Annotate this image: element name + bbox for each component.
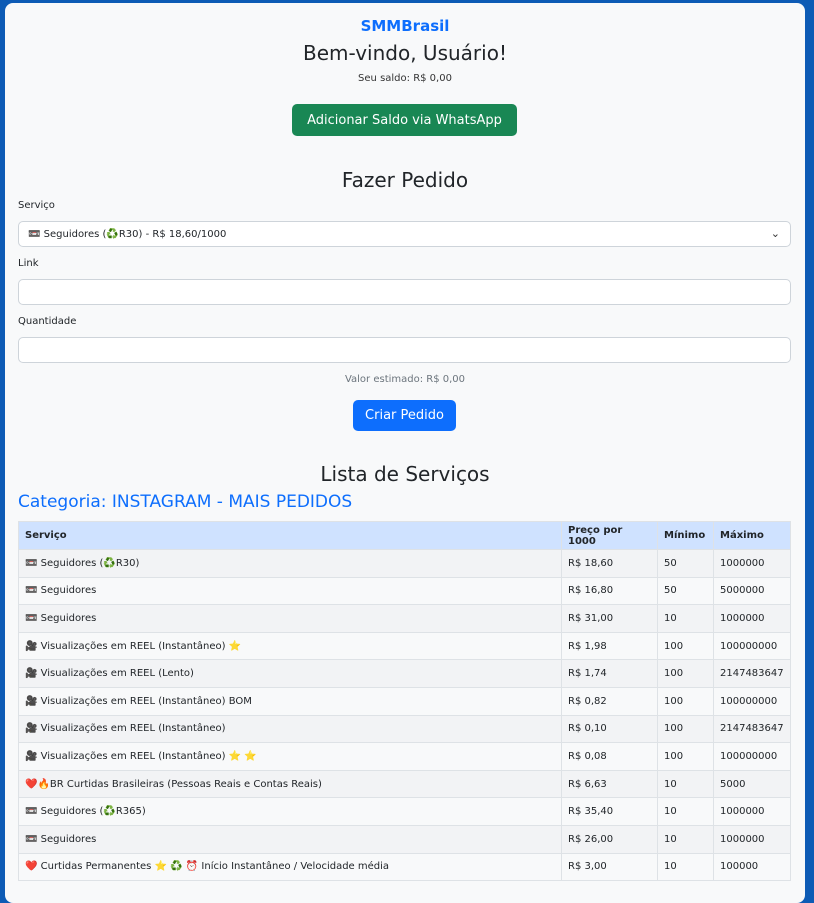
price-cell: R$ 35,40 <box>561 797 658 826</box>
price-cell: R$ 3,00 <box>561 852 658 882</box>
table-row: 🎥 Visualizações em REEL (Instantâneo) ⭐ … <box>18 631 791 661</box>
brand-title: SMMBrasil <box>360 17 450 35</box>
estimated-value: Valor estimado: R$ 0,00 <box>344 374 466 385</box>
add-balance-whatsapp-button[interactable]: Adicionar Saldo via WhatsApp <box>292 104 517 136</box>
minimum-cell: 100 <box>657 714 714 744</box>
price-cell: R$ 0,82 <box>561 686 658 716</box>
services-table: Serviço Preço por 1000 Mínimo Máximo 📼 S… <box>18 521 791 882</box>
service-cell: ❤️ Curtidas Permanentes ⭐ ♻️ ⏰ Início In… <box>18 852 562 882</box>
maximum-cell: 1000000 <box>713 797 791 826</box>
order-title: Fazer Pedido <box>341 168 469 192</box>
service-cell: 🎥 Visualizações em REEL (Instantâneo) BO… <box>18 686 562 716</box>
minimum-cell: 100 <box>657 686 714 716</box>
maximum-cell: 100000 <box>713 852 791 882</box>
table-row: 📼 Seguidores R$ 26,00 10 1000000 <box>18 824 791 854</box>
price-cell: R$ 18,60 <box>561 549 658 578</box>
price-cell: R$ 1,98 <box>561 631 658 661</box>
table-row: ❤️🔥BR Curtidas Brasileiras (Pessoas Reai… <box>18 769 791 799</box>
price-cell: R$ 0,08 <box>561 742 658 771</box>
service-cell: 🎥 Visualizações em REEL (Instantâneo) <box>18 714 562 744</box>
service-selected-value: 📼 Seguidores (♻️R30) - R$ 18,60/1000 <box>28 228 227 240</box>
minimum-cell: 10 <box>657 824 714 854</box>
maximum-cell: 2147483647 <box>713 659 791 688</box>
minimum-cell: 10 <box>657 769 714 799</box>
link-label: Link <box>18 258 39 269</box>
maximum-cell: 1000000 <box>713 604 791 633</box>
maximum-cell: 100000000 <box>713 631 791 661</box>
category-heading: Categoria: INSTAGRAM - MAIS PEDIDOS <box>18 492 353 512</box>
create-order-button[interactable]: Criar Pedido <box>353 400 456 431</box>
maximum-cell: 100000000 <box>713 686 791 716</box>
table-header-row: Serviço Preço por 1000 Mínimo Máximo <box>18 521 791 550</box>
column-header-minimum: Mínimo <box>657 521 714 550</box>
welcome-heading: Bem-vindo, Usuário! <box>303 41 507 65</box>
chevron-down-icon: ⌄ <box>770 227 780 240</box>
service-cell: 📼 Seguidores <box>18 824 562 854</box>
service-select[interactable]: 📼 Seguidores (♻️R30) - R$ 18,60/1000 ⌄ <box>18 221 791 247</box>
service-cell: 🎥 Visualizações em REEL (Instantâneo) ⭐ <box>18 631 562 661</box>
service-cell: 📼 Seguidores (♻️R30) <box>18 549 562 578</box>
link-input[interactable] <box>18 279 791 305</box>
maximum-cell: 5000 <box>713 769 791 799</box>
table-row: 📼 Seguidores (♻️R30) R$ 18,60 50 1000000 <box>18 549 791 578</box>
table-row: 📼 Seguidores R$ 16,80 50 5000000 <box>18 576 791 606</box>
table-row: 🎥 Visualizações em REEL (Instantâneo) ⭐ … <box>18 742 791 771</box>
minimum-cell: 50 <box>657 576 714 606</box>
balance-text: Seu saldo: R$ 0,00 <box>358 73 452 84</box>
price-cell: R$ 0,10 <box>561 714 658 744</box>
service-cell: 📼 Seguidores (♻️R365) <box>18 797 562 826</box>
table-row: 🎥 Visualizações em REEL (Lento) R$ 1,74 … <box>18 659 791 688</box>
service-cell: 🎥 Visualizações em REEL (Lento) <box>18 659 562 688</box>
services-list-title: Lista de Serviços <box>320 462 490 486</box>
minimum-cell: 10 <box>657 852 714 882</box>
minimum-cell: 50 <box>657 549 714 578</box>
service-cell: 📼 Seguidores <box>18 604 562 633</box>
minimum-cell: 10 <box>657 604 714 633</box>
maximum-cell: 1000000 <box>713 824 791 854</box>
table-row: 🎥 Visualizações em REEL (Instantâneo) R$… <box>18 714 791 744</box>
minimum-cell: 10 <box>657 797 714 826</box>
main-card: SMMBrasil Bem-vindo, Usuário! Seu saldo:… <box>5 3 805 903</box>
maximum-cell: 1000000 <box>713 549 791 578</box>
minimum-cell: 100 <box>657 631 714 661</box>
table-row: 🎥 Visualizações em REEL (Instantâneo) BO… <box>18 686 791 716</box>
price-cell: R$ 1,74 <box>561 659 658 688</box>
quantity-input[interactable] <box>18 337 791 363</box>
quantity-label: Quantidade <box>18 316 77 327</box>
maximum-cell: 5000000 <box>713 576 791 606</box>
service-cell: ❤️🔥BR Curtidas Brasileiras (Pessoas Reai… <box>18 769 562 799</box>
price-cell: R$ 31,00 <box>561 604 658 633</box>
maximum-cell: 100000000 <box>713 742 791 771</box>
service-label: Serviço <box>18 200 55 211</box>
service-cell: 📼 Seguidores <box>18 576 562 606</box>
maximum-cell: 2147483647 <box>713 714 791 744</box>
column-header-service: Serviço <box>18 521 562 550</box>
table-row: 📼 Seguidores R$ 31,00 10 1000000 <box>18 604 791 633</box>
column-header-maximum: Máximo <box>713 521 791 550</box>
minimum-cell: 100 <box>657 742 714 771</box>
table-row: 📼 Seguidores (♻️R365) R$ 35,40 10 100000… <box>18 797 791 826</box>
service-cell: 🎥 Visualizações em REEL (Instantâneo) ⭐ … <box>18 742 562 771</box>
price-cell: R$ 26,00 <box>561 824 658 854</box>
price-cell: R$ 16,80 <box>561 576 658 606</box>
price-cell: R$ 6,63 <box>561 769 658 799</box>
minimum-cell: 100 <box>657 659 714 688</box>
column-header-price: Preço por 1000 <box>561 521 658 550</box>
table-row: ❤️ Curtidas Permanentes ⭐ ♻️ ⏰ Início In… <box>18 852 791 882</box>
